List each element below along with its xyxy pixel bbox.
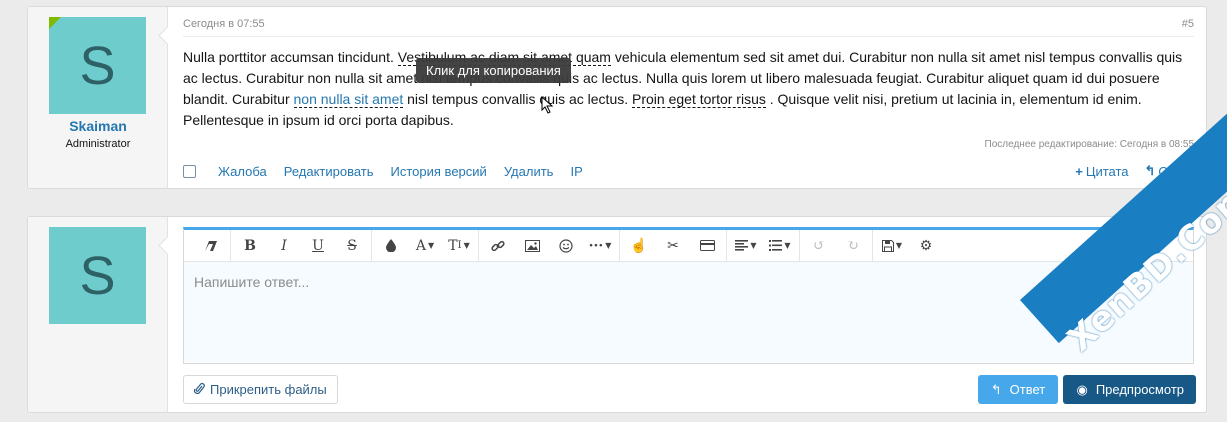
avatar-letter: S bbox=[79, 245, 116, 306]
preview-label: Предпросмотр bbox=[1095, 382, 1184, 397]
post-user-column: S Skaiman Administrator bbox=[28, 7, 168, 188]
message-text: Nulla porttitor accumsan tincidunt. bbox=[183, 49, 398, 65]
edit-link[interactable]: Редактировать bbox=[284, 164, 374, 179]
ip-link[interactable]: IP bbox=[570, 164, 582, 179]
quote-link[interactable]: + Цитата bbox=[1075, 164, 1128, 179]
reply-icon: ↰ bbox=[1144, 163, 1156, 178]
report-link[interactable]: Жалоба bbox=[218, 164, 267, 179]
pointer-cursor-icon bbox=[541, 96, 554, 114]
submit-label: Ответ bbox=[1009, 382, 1046, 397]
quote-label: Цитата bbox=[1085, 163, 1129, 179]
save-draft-icon[interactable]: ▼ bbox=[875, 230, 909, 262]
post-header: Сегодня в 07:55 #5 bbox=[183, 18, 1194, 37]
paperclip-icon bbox=[193, 382, 205, 398]
editor-toolbar: B I U S A ▼ T I ▼ ··· ▼ ☝ ✂ ▼ ▼ ↺ ↻ ▼ ⚙ bbox=[184, 229, 1193, 262]
attach-label: Прикрепить файлы bbox=[210, 382, 327, 397]
reply-block: S B I U S A ▼ T I ▼ ··· ▼ ☝ ✂ ▼ ▼ ↺ ↻ ▼ … bbox=[27, 216, 1207, 413]
copy-text[interactable]: Proin eget tortor risus bbox=[632, 91, 766, 108]
reply-user-column: S bbox=[28, 217, 168, 412]
last-edit-note: Последнее редактирование: Сегодня в 08:5… bbox=[984, 139, 1194, 150]
avatar[interactable]: S bbox=[49, 227, 146, 324]
align-icon[interactable]: ▼ bbox=[729, 230, 763, 262]
underline-icon[interactable]: U bbox=[301, 230, 335, 262]
avatar[interactable]: S bbox=[49, 17, 146, 114]
font-size-icon[interactable]: T I ▼ bbox=[442, 230, 476, 262]
message-text: nisl tempus convallis quis ac lectus. bbox=[403, 91, 633, 107]
redo-icon[interactable]: ↻ bbox=[836, 230, 870, 262]
select-post-checkbox[interactable] bbox=[183, 164, 196, 178]
image-icon[interactable] bbox=[515, 230, 549, 262]
username[interactable]: Skaiman bbox=[28, 118, 168, 134]
placeholder-text: Напишите ответ... bbox=[194, 274, 310, 290]
attach-files-button[interactable]: Прикрепить файлы bbox=[183, 375, 338, 404]
copy-link[interactable]: non nulla sit amet bbox=[293, 91, 404, 108]
scissors-icon[interactable]: ✂ bbox=[656, 230, 690, 262]
link-icon[interactable] bbox=[481, 230, 515, 262]
avatar-letter: S bbox=[79, 35, 116, 96]
more-options-icon[interactable]: ··· ▼ bbox=[583, 230, 617, 262]
hand-pointer-icon[interactable]: ☝ bbox=[622, 230, 656, 262]
card-icon[interactable] bbox=[690, 230, 724, 262]
bold-icon[interactable]: B bbox=[233, 230, 267, 262]
post-main: Сегодня в 07:55 #5 Nulla porttitor accum… bbox=[168, 7, 1206, 188]
post-date[interactable]: Сегодня в 07:55 bbox=[183, 18, 265, 30]
smilie-icon[interactable] bbox=[549, 230, 583, 262]
list-icon[interactable]: ▼ bbox=[763, 230, 797, 262]
post-number[interactable]: #5 bbox=[1182, 18, 1194, 30]
clear-format-icon[interactable] bbox=[194, 230, 228, 262]
copy-tooltip: Клик для копирования bbox=[416, 58, 571, 83]
post-actions: Жалоба Редактировать История версий Удал… bbox=[183, 163, 1194, 179]
post-block: S Skaiman Administrator Сегодня в 07:55 … bbox=[27, 6, 1207, 189]
font-family-icon[interactable]: A ▼ bbox=[408, 230, 442, 262]
post-message: Nulla porttitor accumsan tincidunt. Vest… bbox=[183, 47, 1194, 131]
preview-button[interactable]: ◉ Предпросмотр bbox=[1063, 375, 1196, 404]
undo-icon[interactable]: ↺ bbox=[802, 230, 836, 262]
history-link[interactable]: История версий bbox=[391, 164, 487, 179]
eye-icon: ◉ bbox=[1076, 381, 1088, 397]
user-title: Administrator bbox=[65, 138, 131, 150]
text-color-icon[interactable] bbox=[374, 230, 408, 262]
plus-icon: + bbox=[1075, 163, 1083, 179]
italic-icon[interactable]: I bbox=[267, 230, 301, 262]
gear-icon[interactable]: ⚙ bbox=[909, 230, 943, 262]
reply-icon: ↰ bbox=[990, 381, 1002, 397]
delete-link[interactable]: Удалить bbox=[504, 164, 554, 179]
online-indicator bbox=[49, 17, 61, 29]
strikethrough-icon[interactable]: S bbox=[335, 230, 369, 262]
submit-reply-button[interactable]: ↰ Ответ bbox=[978, 375, 1058, 404]
